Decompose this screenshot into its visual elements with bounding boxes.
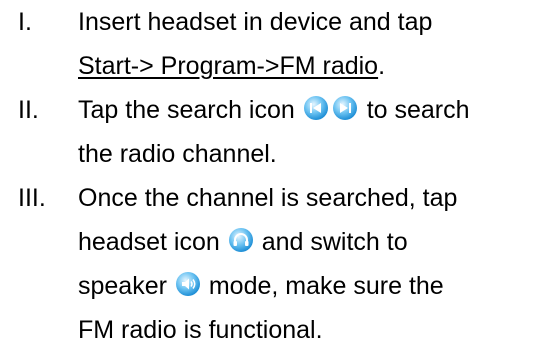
step-1-path: Start-> Program->FM radio. bbox=[78, 46, 385, 86]
step-1-text: Insert headset in device and tap bbox=[78, 8, 433, 36]
speaker-icon bbox=[174, 271, 202, 297]
search-seek-icon bbox=[302, 95, 360, 121]
step-3-text-before-headset: headset icon bbox=[78, 228, 220, 256]
step-3-text-line-1: Once the channel is searched, tap bbox=[78, 184, 458, 212]
step-3-number: III. bbox=[18, 184, 46, 212]
step-3-text-line-4: FM radio is functional. bbox=[78, 316, 323, 344]
headset-icon bbox=[227, 227, 255, 253]
step-2-text-line-1: Tap the search icon to search bbox=[78, 90, 470, 130]
step-1-number: I. bbox=[18, 8, 32, 36]
step-3-text-before-speaker: speaker bbox=[78, 272, 167, 300]
program-path-link[interactable]: Start-> Program->FM radio bbox=[78, 52, 378, 80]
step-2-text-line-2: the radio channel. bbox=[78, 140, 277, 168]
step-3-text-after-headset: and switch to bbox=[261, 228, 408, 256]
step-3-text-line-2: headset icon and switch to bbox=[78, 222, 408, 262]
step-3-text-after-speaker: mode, make sure the bbox=[208, 272, 444, 300]
step-3-text-line-3: speaker mode, make sure the bbox=[78, 266, 444, 306]
step-2-text-after-icon: to search bbox=[366, 96, 470, 124]
step-2-number: II. bbox=[18, 96, 39, 124]
step-1-period: . bbox=[378, 52, 386, 80]
step-2-text-before-icon: Tap the search icon bbox=[78, 96, 295, 124]
instruction-page: I. Insert headset in device and tap Star… bbox=[0, 0, 544, 353]
